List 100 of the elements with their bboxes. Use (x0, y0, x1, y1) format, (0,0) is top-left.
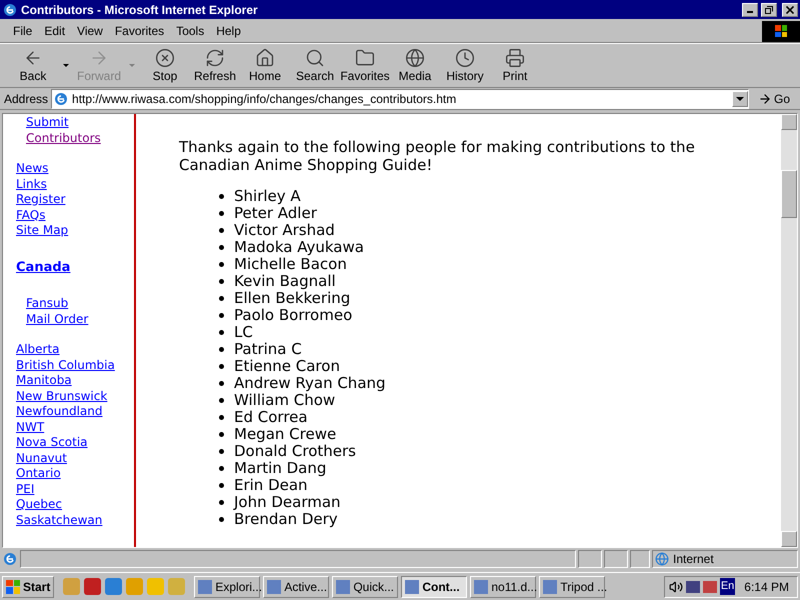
taskbar-button[interactable]: Tripod ... (539, 576, 606, 598)
toolbar-button[interactable]: Print (490, 48, 540, 83)
bullet-icon (219, 279, 224, 284)
bullet-icon (219, 483, 224, 488)
sidebar-link[interactable]: Alberta (16, 342, 60, 356)
menu-item[interactable]: Favorites (110, 22, 170, 40)
go-button[interactable]: Go (752, 90, 796, 108)
menu-item[interactable]: View (72, 22, 108, 40)
status-panel (630, 550, 650, 568)
contributor-name: Donald Crothers (234, 443, 356, 460)
intro-paragraph: Thanks again to the following people for making contributions to the Canadian Anime Shopping Guide! (179, 138, 696, 174)
sidebar-link[interactable]: Saskatchewan (16, 512, 102, 526)
sidebar-link[interactable]: NWT (16, 420, 44, 434)
sidebar-link[interactable]: Manitoba (16, 373, 72, 387)
bullet-icon (219, 449, 224, 454)
contributor-name: Kevin Bagnall (234, 273, 336, 290)
sidebar-link[interactable]: Site Map (16, 223, 68, 237)
sidebar-link[interactable]: Fansub (26, 296, 68, 310)
bullet-icon (219, 262, 224, 267)
dropdown-button[interactable] (732, 90, 748, 106)
taskbar-button[interactable]: Explori... (194, 576, 260, 598)
scrollbar[interactable] (781, 114, 797, 547)
contributor-name: Michelle Bacon (234, 256, 347, 273)
contributor-name: Ellen Bekkering (234, 290, 350, 307)
contributor-name: Megan Crewe (234, 426, 336, 443)
quick-launch-icon[interactable] (84, 578, 102, 595)
bullet-icon (219, 398, 224, 403)
sidebar-link[interactable]: Register (16, 192, 66, 206)
toolbar-button[interactable]: Stop (140, 48, 190, 83)
refresh-icon (205, 48, 225, 68)
minimize-button[interactable] (742, 2, 758, 16)
sidebar-link[interactable]: Newfoundland (16, 404, 102, 418)
sidebar-link[interactable]: FAQs (16, 208, 46, 222)
sidebar-link[interactable]: Contributors (26, 130, 101, 144)
sidebar-link[interactable]: Nova Scotia (16, 435, 88, 449)
contributor-name: Erin Dean (234, 477, 308, 494)
bullet-icon (219, 194, 224, 199)
minimize-icon (747, 11, 753, 13)
taskbar-button[interactable]: no11.d... (470, 576, 536, 598)
restore-icon (765, 6, 773, 14)
sidebar-link[interactable]: Nunavut (16, 450, 67, 464)
sidebar-link[interactable]: Links (16, 176, 47, 190)
restore-button[interactable] (761, 2, 777, 16)
sidebar-link[interactable]: News (16, 161, 48, 175)
contributor-name: Paolo Borromeo (234, 307, 352, 324)
app-icon (474, 580, 488, 594)
taskbar-button[interactable]: Quick... (332, 576, 398, 598)
address-field[interactable]: http://www.riwasa.com/shopping/info/changes/changes_contributors.htm (51, 88, 749, 108)
sidebar-link[interactable]: Canada (16, 260, 70, 275)
contributor-name: Peter Adler (234, 205, 317, 222)
start-button[interactable]: Start (2, 576, 54, 598)
windows-logo-icon (762, 20, 800, 42)
bullet-icon (219, 330, 224, 335)
toolbar-button[interactable]: Search (290, 48, 340, 83)
address-label: Address (4, 90, 48, 108)
close-button[interactable] (782, 2, 798, 16)
bullet-icon (219, 364, 224, 369)
contributor-name: Etienne Caron (234, 358, 340, 375)
search-icon (305, 48, 325, 68)
sidebar-link[interactable]: Ontario (16, 466, 61, 480)
clock-icon (455, 48, 475, 68)
speaker-icon[interactable] (668, 580, 683, 594)
sidebar-link[interactable]: Submit (26, 115, 69, 129)
sidebar-link[interactable]: New Brunswick (16, 388, 108, 402)
menu-item[interactable]: Edit (39, 22, 70, 40)
page-icon (53, 90, 70, 106)
language-indicator[interactable]: En (720, 578, 736, 595)
close-icon (786, 6, 794, 14)
caret-icon (63, 64, 69, 67)
toolbar-button[interactable]: Home (240, 48, 290, 83)
app-icon (543, 580, 558, 594)
sidebar-link[interactable]: Mail Order (26, 312, 88, 326)
toolbar-button[interactable]: Favorites (340, 48, 390, 83)
windows-logo-icon (6, 580, 20, 594)
taskbar-button[interactable]: Cont... (401, 576, 468, 598)
sidebar-link[interactable]: British Columbia (16, 358, 115, 372)
menu-item[interactable]: Help (211, 22, 246, 40)
bullet-icon (219, 245, 224, 250)
house-icon (255, 48, 275, 68)
taskbar-button[interactable]: Active... (263, 576, 330, 598)
stop-icon (155, 48, 175, 68)
right-arrow-icon (758, 92, 772, 106)
contributor-name: Andrew Ryan Chang (234, 375, 386, 392)
status-panel (578, 550, 602, 568)
quick-launch-icon[interactable] (105, 578, 122, 595)
toolbar-button[interactable]: Refresh (190, 48, 240, 83)
bullet-icon (219, 466, 224, 471)
toolbar-button[interactable]: Media (390, 48, 440, 83)
contributor-name: William Chow (234, 392, 336, 409)
toolbar-button[interactable]: Back (8, 48, 74, 83)
menu-item[interactable]: File (8, 22, 38, 40)
sidebar-link[interactable]: Quebec (16, 497, 62, 511)
contributor-name: Madoka Ayukawa (234, 239, 364, 256)
sidebar-link[interactable]: PEI (16, 482, 34, 496)
app-icon (267, 580, 282, 594)
status-panel (604, 550, 628, 568)
menu-item[interactable]: Tools (171, 22, 210, 40)
contributor-name: Victor Arshad (234, 222, 335, 239)
bullet-icon (219, 517, 224, 522)
toolbar-button[interactable]: History (440, 48, 490, 83)
